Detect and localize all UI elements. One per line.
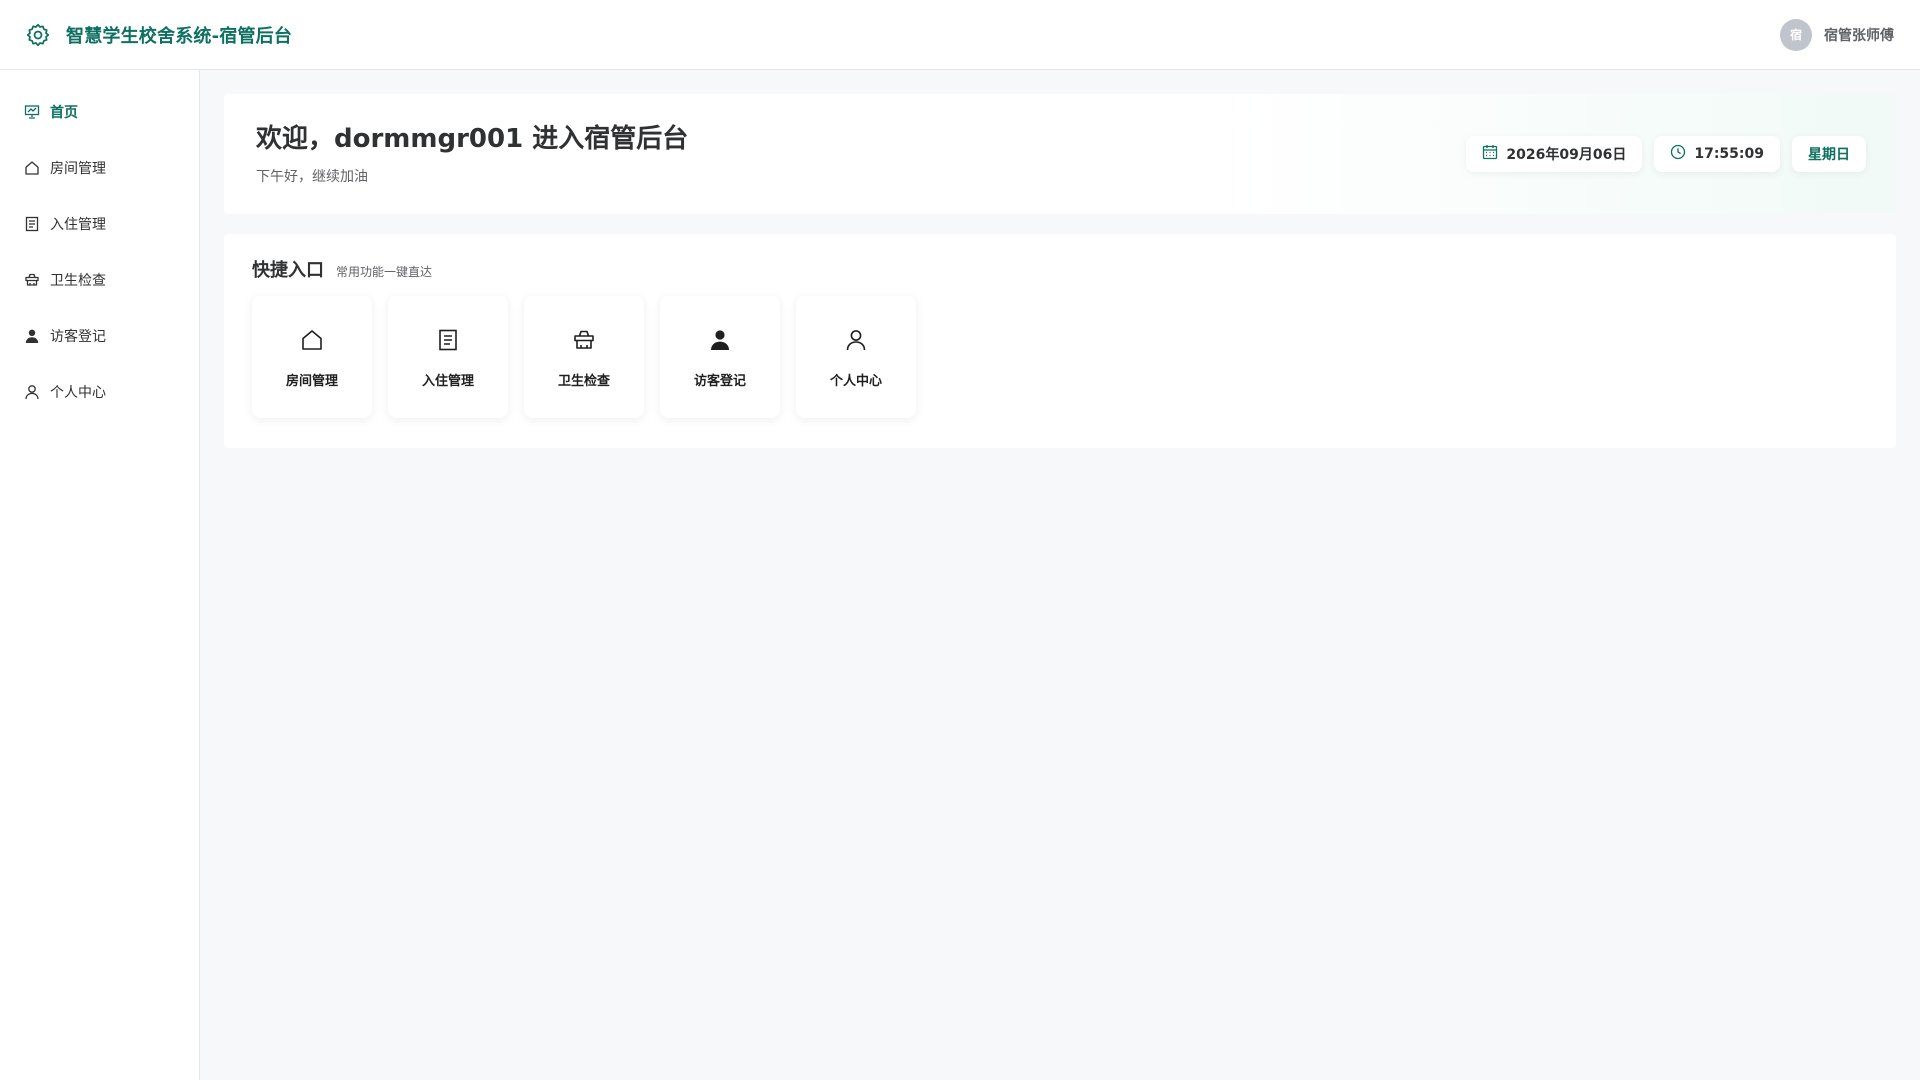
sidebar-item-label: 卫生检查 [50, 273, 106, 289]
sidebar-item-label: 访客登记 [50, 329, 106, 345]
tile-label: 房间管理 [285, 373, 338, 389]
user-icon [842, 326, 870, 354]
app-title: 智慧学生校舍系统-宿管后台 [66, 25, 293, 47]
time-chip: 17:55:09 [1654, 136, 1780, 172]
brush-icon [24, 272, 40, 288]
home-icon [24, 160, 40, 176]
quick-access-subtitle: 常用功能一键直达 [336, 265, 433, 279]
sidebar-item-home[interactable]: 首页 [0, 84, 199, 140]
tile-label: 卫生检查 [557, 373, 610, 389]
dashboard-icon [24, 104, 40, 120]
user-name: 宿管张师傅 [1824, 27, 1894, 44]
sidebar-item-profile[interactable]: 个人中心 [0, 364, 199, 420]
tile-label: 入住管理 [421, 373, 474, 389]
document-icon [434, 326, 462, 354]
avatar: 宿 [1780, 18, 1812, 51]
user-menu[interactable]: 宿 宿管张师傅 [1780, 18, 1894, 51]
quick-tile-visitors[interactable]: 访客登记 [660, 296, 780, 418]
tile-label: 访客登记 [693, 373, 746, 389]
date-text: 2026年09月06日 [1506, 147, 1627, 163]
calendar-icon [1482, 144, 1498, 164]
user-filled-icon [706, 326, 734, 354]
tile-label: 个人中心 [829, 373, 882, 389]
quick-tile-rooms[interactable]: 房间管理 [252, 296, 372, 418]
date-chip: 2026年09月06日 [1466, 136, 1643, 172]
sidebar-item-label: 房间管理 [50, 161, 106, 177]
sidebar-item-label: 首页 [50, 105, 78, 121]
quick-tile-profile[interactable]: 个人中心 [796, 296, 916, 418]
quick-access-card: 快捷入口 常用功能一键直达 房间管理 入住管理 卫生检查 访客登记 个人中心 [224, 234, 1896, 448]
sidebar-item-rooms[interactable]: 房间管理 [0, 140, 199, 196]
clock-icon [1670, 144, 1686, 164]
welcome-card: 欢迎，dormmgr001 进入宿管后台 下午好，继续加油 2026年09月06… [224, 94, 1896, 214]
top-header: 智慧学生校舍系统-宿管后台 宿 宿管张师傅 [0, 0, 1920, 70]
home-icon [298, 326, 326, 354]
sidebar-item-visitors[interactable]: 访客登记 [0, 308, 199, 364]
sidebar-item-hygiene[interactable]: 卫生检查 [0, 252, 199, 308]
quick-access-title: 快捷入口 [252, 260, 324, 281]
sidebar-item-label: 个人中心 [50, 385, 106, 401]
weekday-text: 星期日 [1808, 147, 1850, 163]
datetime-chips: 2026年09月06日 17:55:09 星期日 [1466, 136, 1866, 172]
weekday-chip: 星期日 [1792, 136, 1866, 172]
quick-access-header: 快捷入口 常用功能一键直达 [252, 256, 1868, 282]
brand[interactable]: 智慧学生校舍系统-宿管后台 [24, 21, 292, 49]
time-text: 17:55:09 [1694, 146, 1764, 162]
gear-icon [24, 21, 52, 49]
sidebar-item-label: 入住管理 [50, 217, 106, 233]
document-icon [24, 216, 40, 232]
quick-access-tiles: 房间管理 入住管理 卫生检查 访客登记 个人中心 [252, 296, 1868, 418]
user-icon [24, 384, 40, 400]
user-filled-icon [24, 328, 40, 344]
sidebar: 首页 房间管理 入住管理 卫生检查 访客登记 个人中心 [0, 70, 200, 1080]
brush-icon [570, 326, 598, 354]
sidebar-item-checkin[interactable]: 入住管理 [0, 196, 199, 252]
quick-tile-hygiene[interactable]: 卫生检查 [524, 296, 644, 418]
quick-tile-checkin[interactable]: 入住管理 [388, 296, 508, 418]
